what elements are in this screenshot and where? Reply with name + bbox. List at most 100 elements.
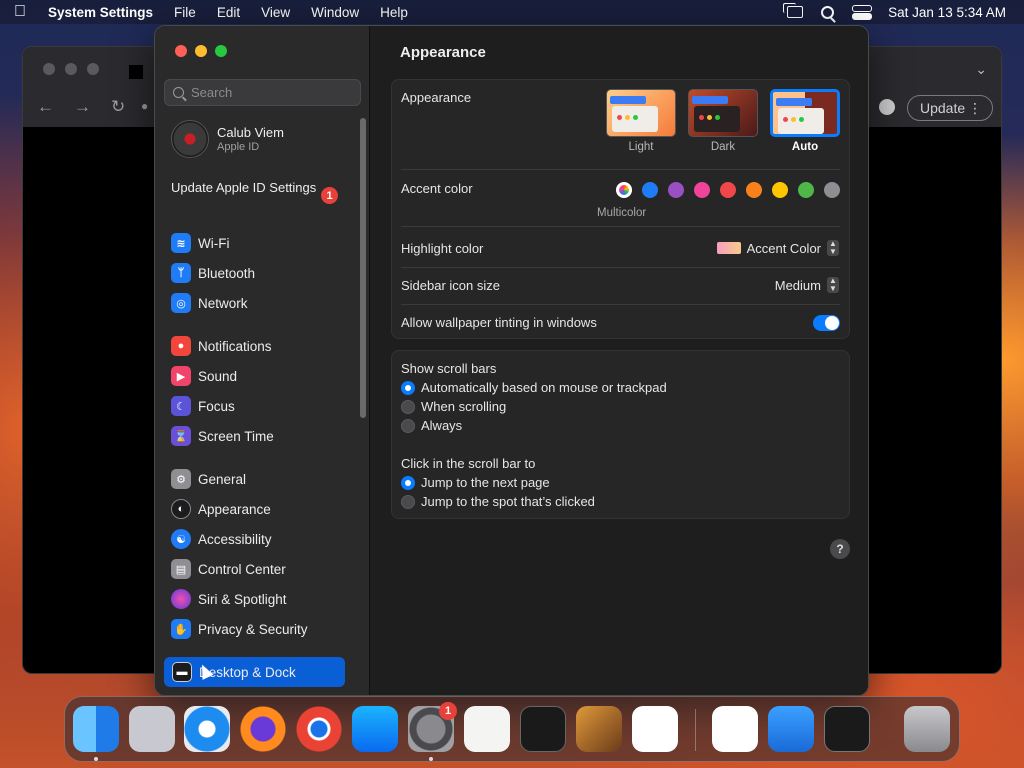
screen-mirroring-icon[interactable] bbox=[783, 3, 804, 18]
sidebar-item-label: Bluetooth bbox=[198, 265, 256, 281]
speaker-icon: ▶ bbox=[171, 366, 191, 386]
browser-update-button[interactable]: Update ⋮ bbox=[907, 95, 993, 121]
browser-traffic-lights bbox=[43, 63, 99, 75]
accent-swatch[interactable] bbox=[798, 182, 814, 198]
reload-icon[interactable]: ↻ bbox=[111, 97, 125, 117]
kebab-menu-icon[interactable]: ⋮ bbox=[968, 100, 982, 117]
chrome-icon[interactable] bbox=[296, 706, 342, 752]
scroll-bars-option-always[interactable]: Always bbox=[401, 418, 462, 433]
menu-bar:  System Settings File Edit View Window … bbox=[0, 0, 1024, 24]
accent-swatch[interactable] bbox=[694, 182, 710, 198]
back-arrow-icon[interactable]: ← bbox=[37, 97, 54, 117]
app-store-icon[interactable] bbox=[352, 706, 398, 752]
accent-swatch[interactable] bbox=[824, 182, 840, 198]
radio-button[interactable] bbox=[401, 380, 415, 395]
zoom-button[interactable] bbox=[215, 45, 227, 57]
control-center-icon: ▤ bbox=[171, 559, 191, 579]
sidebar-item-label: Appearance bbox=[198, 501, 271, 517]
help-button[interactable]: ? bbox=[830, 539, 850, 559]
sidebar-item-notifications[interactable]: ● Notifications bbox=[171, 334, 272, 358]
search-field[interactable]: Search bbox=[164, 79, 361, 106]
appearance-option-auto[interactable]: Auto bbox=[769, 89, 841, 153]
appearance-option-label: Dark bbox=[710, 141, 736, 153]
search-placeholder: Search bbox=[191, 85, 233, 100]
sidebar-item-control-center[interactable]: ▤ Control Center bbox=[171, 557, 286, 581]
profile-icon[interactable] bbox=[879, 99, 895, 115]
garageband-icon[interactable] bbox=[576, 706, 622, 752]
sidebar-scrollbar[interactable] bbox=[360, 118, 366, 418]
radio-button[interactable] bbox=[401, 418, 415, 433]
menu-help[interactable]: Help bbox=[380, 5, 408, 20]
sidebar-item-general[interactable]: ⚙ General bbox=[171, 467, 246, 491]
accent-swatch[interactable] bbox=[720, 182, 736, 198]
wallpaper-tinting-toggle[interactable] bbox=[813, 315, 840, 331]
sidebar-item-wifi[interactable]: ≋ Wi-Fi bbox=[171, 231, 229, 255]
sidebar-icon-size-value: Medium bbox=[774, 277, 821, 293]
accent-color-swatches bbox=[616, 182, 840, 198]
apple-menu-icon[interactable]:  bbox=[14, 3, 34, 21]
radio-label: Jump to the spot that’s clicked bbox=[421, 494, 595, 509]
menu-app-name[interactable]: System Settings bbox=[48, 5, 153, 20]
appearance-option-label: Auto bbox=[791, 141, 819, 153]
menu-edit[interactable]: Edit bbox=[217, 5, 240, 20]
weather-icon[interactable] bbox=[768, 706, 814, 752]
spotlight-icon[interactable] bbox=[821, 5, 835, 19]
sidebar-item-bluetooth[interactable]: ᛘ Bluetooth bbox=[171, 261, 255, 285]
forward-arrow-icon[interactable]: → bbox=[74, 97, 91, 117]
light-thumbnail bbox=[606, 89, 676, 137]
radio-button[interactable] bbox=[401, 399, 415, 414]
finder-icon[interactable] bbox=[73, 706, 119, 752]
sidebar-item-network[interactable]: ◎ Network bbox=[171, 291, 248, 315]
chevron-down-icon[interactable]: ⌄ bbox=[975, 61, 987, 78]
firefox-icon[interactable] bbox=[240, 706, 286, 752]
accent-swatch[interactable] bbox=[746, 182, 762, 198]
accent-swatch-multicolor[interactable] bbox=[616, 182, 632, 198]
accent-swatch[interactable] bbox=[642, 182, 658, 198]
sidebar-icon-size-popup[interactable]: Medium ▲ ▼ bbox=[775, 277, 839, 293]
close-button[interactable] bbox=[175, 45, 187, 57]
profile-name: Calub Viem bbox=[217, 125, 284, 140]
menu-file[interactable]: File bbox=[174, 5, 196, 20]
menu-view[interactable]: View bbox=[261, 5, 290, 20]
sidebar-item-label: Sound bbox=[198, 368, 238, 384]
update-apple-id-item[interactable]: Update Apple ID Settings bbox=[171, 180, 321, 196]
tab-favicon-icon bbox=[129, 65, 143, 79]
sidebar-item-siri-spotlight[interactable]: Siri & Spotlight bbox=[171, 587, 287, 611]
click-option-spot[interactable]: Jump to the spot that’s clicked bbox=[401, 494, 595, 509]
appearance-option-light[interactable]: Light bbox=[605, 89, 677, 153]
control-center-icon[interactable] bbox=[852, 5, 873, 20]
menu-window[interactable]: Window bbox=[311, 5, 359, 20]
scroll-bars-option-auto[interactable]: Automatically based on mouse or trackpad bbox=[401, 380, 667, 395]
click-scroll-bar-label: Click in the scroll bar to bbox=[401, 456, 536, 471]
sidebar-item-desktop-dock[interactable]: ▬ Desktop & Dock bbox=[164, 657, 345, 687]
scroll-bar-group: Show scroll bars Automatically based on … bbox=[391, 350, 850, 519]
sidebar-item-label: Desktop & Dock bbox=[199, 664, 296, 680]
sidebar-item-appearance[interactable]: ◐ Appearance bbox=[171, 497, 271, 521]
launchpad-icon[interactable] bbox=[129, 706, 175, 752]
scroll-bars-option-scrolling[interactable]: When scrolling bbox=[401, 399, 506, 414]
sidebar-item-sound[interactable]: ▶ Sound bbox=[171, 364, 237, 388]
trash-icon[interactable] bbox=[904, 706, 950, 752]
menu-clock[interactable]: Sat Jan 13 5:34 AM bbox=[888, 5, 1006, 20]
click-option-next-page[interactable]: Jump to the next page bbox=[401, 475, 550, 490]
terminal-icon[interactable] bbox=[520, 706, 566, 752]
highlight-color-popup[interactable]: Accent Color ▲ ▼ bbox=[716, 240, 839, 256]
minimize-button[interactable] bbox=[195, 45, 207, 57]
visual-studio-icon[interactable] bbox=[712, 706, 758, 752]
accent-swatch[interactable] bbox=[772, 182, 788, 198]
sidebar-item-focus[interactable]: ☾ Focus bbox=[171, 394, 235, 418]
accent-swatch[interactable] bbox=[668, 182, 684, 198]
sidebar-item-accessibility[interactable]: ☯ Accessibility bbox=[171, 527, 272, 551]
radio-button[interactable] bbox=[401, 475, 415, 490]
textedit-icon[interactable] bbox=[464, 706, 510, 752]
profile-subtitle: Apple ID bbox=[217, 141, 260, 153]
appearance-option-dark[interactable]: Dark bbox=[687, 89, 759, 153]
apple-id-profile[interactable]: Calub Viem Apple ID bbox=[171, 120, 284, 158]
safari-icon[interactable] bbox=[184, 706, 230, 752]
radio-button[interactable] bbox=[401, 494, 415, 509]
sidebar-item-screen-time[interactable]: ⌛ Screen Time bbox=[171, 424, 274, 448]
vscode-icon[interactable] bbox=[632, 706, 678, 752]
activity-monitor-icon[interactable] bbox=[824, 706, 870, 752]
browser-update-label: Update bbox=[920, 100, 966, 116]
sidebar-item-privacy-security[interactable]: ✋ Privacy & Security bbox=[171, 617, 308, 641]
